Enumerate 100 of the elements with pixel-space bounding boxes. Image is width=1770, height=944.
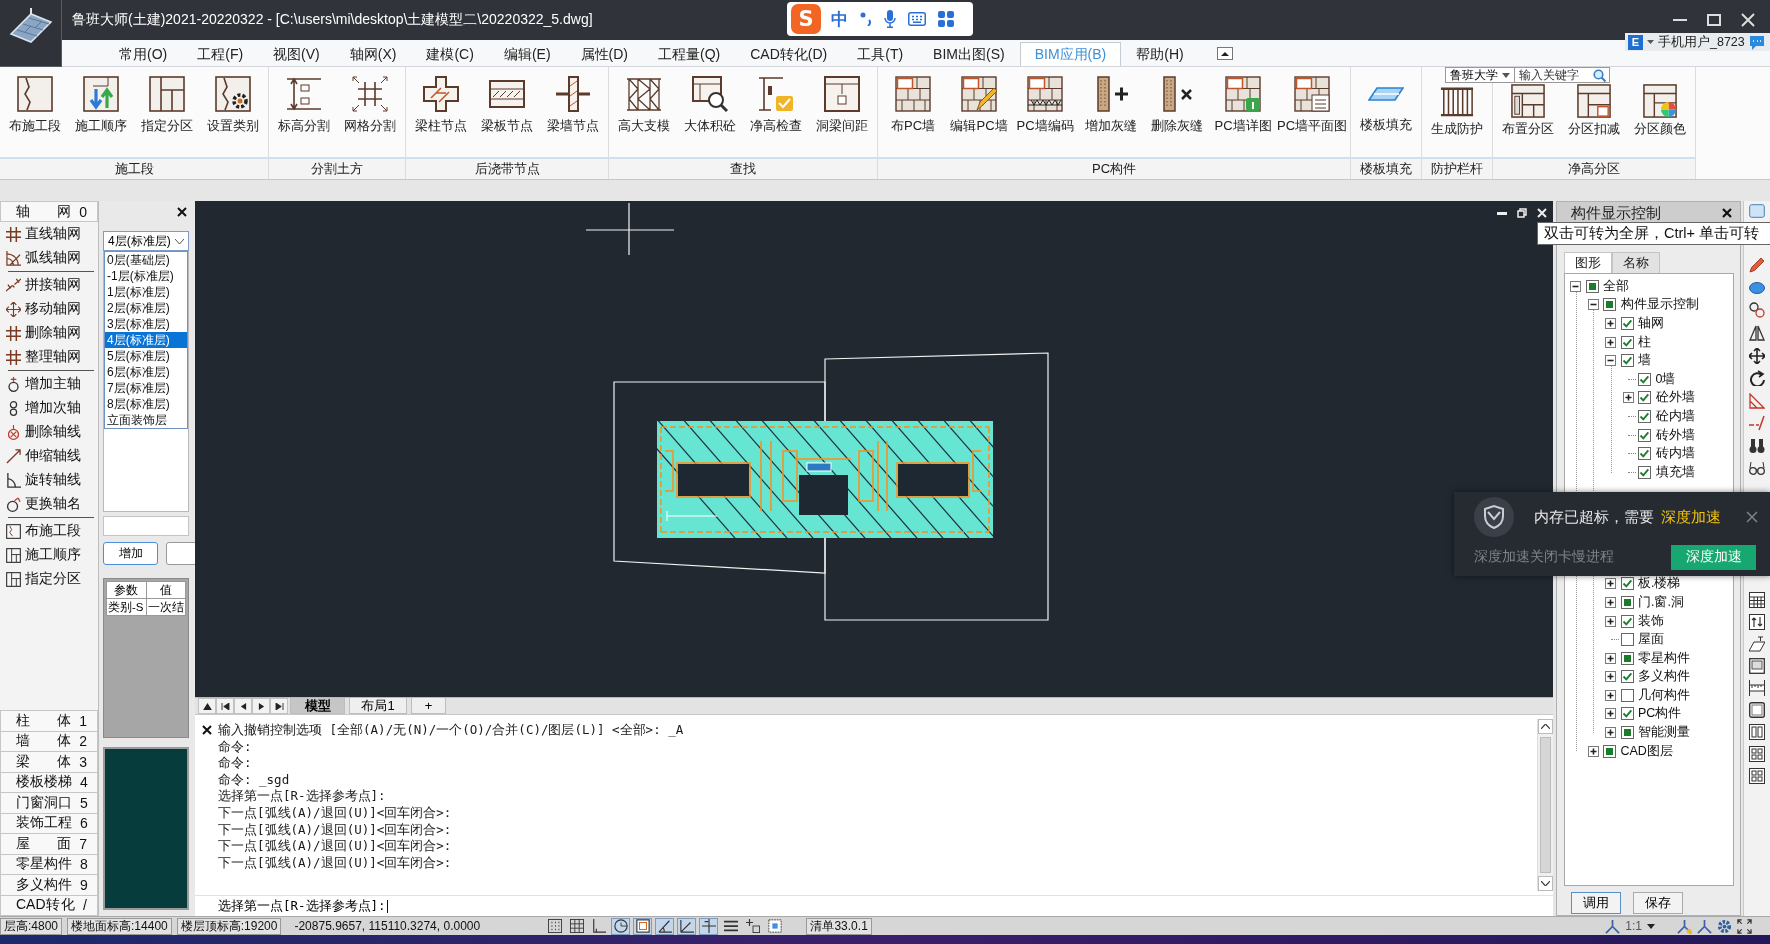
ribbon-button[interactable]: 编辑PC墙 bbox=[946, 76, 1012, 134]
expand-icon[interactable] bbox=[1605, 708, 1616, 720]
expand-icon[interactable] bbox=[1587, 745, 1599, 757]
tool-button[interactable]: 更换轴名 bbox=[0, 492, 81, 516]
checkbox[interactable] bbox=[1620, 707, 1634, 721]
menu-tab[interactable]: CAD转化(D) bbox=[735, 42, 843, 66]
checkbox[interactable] bbox=[1620, 633, 1634, 647]
scroll-up-button[interactable] bbox=[1538, 719, 1553, 734]
category-button[interactable]: 楼板楼梯 4 bbox=[0, 772, 98, 793]
ribbon-button[interactable]: PC墙平面图 bbox=[1276, 76, 1349, 134]
checkbox[interactable] bbox=[1620, 651, 1634, 665]
tool-button[interactable]: 增加次轴 bbox=[0, 396, 81, 420]
dash-line-icon[interactable] bbox=[1749, 415, 1765, 432]
tool-button[interactable]: 直线轴网 bbox=[0, 222, 81, 246]
tool-button[interactable]: 移动轴网 bbox=[0, 297, 81, 321]
toggle-button[interactable] bbox=[611, 917, 631, 935]
user-name[interactable]: 手机用户_8723 bbox=[1658, 33, 1745, 51]
dropdown-option[interactable]: 6层(标准层) bbox=[105, 364, 187, 380]
tool-button[interactable]: 删除轴线 bbox=[0, 420, 81, 444]
account-badge[interactable]: E bbox=[1628, 34, 1643, 50]
tab-nav-button[interactable] bbox=[234, 698, 252, 714]
tripod-icon[interactable] bbox=[1605, 918, 1621, 934]
category-button[interactable]: 屋 面 7 bbox=[0, 834, 98, 855]
ellipse-icon[interactable] bbox=[1749, 279, 1765, 296]
expand-icon[interactable] bbox=[1605, 671, 1616, 683]
ribbon-button[interactable]: PC墙编码 bbox=[1012, 76, 1078, 134]
expand-icon[interactable] bbox=[1605, 727, 1616, 739]
ribbon-button[interactable]: 网格分割 bbox=[337, 76, 403, 134]
dropdown-option[interactable]: -1层(标准层) bbox=[105, 268, 187, 284]
menu-tab[interactable]: 建模(C) bbox=[411, 42, 489, 66]
grid-squares-icon[interactable] bbox=[1749, 745, 1765, 762]
expand-icon[interactable] bbox=[1605, 689, 1616, 701]
layout-tab[interactable]: 模型 bbox=[290, 698, 345, 714]
scale-dropdown[interactable]: 1:1 bbox=[1625, 919, 1642, 933]
tree-item[interactable]: 构件显示控制 bbox=[1620, 296, 1699, 314]
expand-icon[interactable] bbox=[1605, 318, 1616, 329]
tree-item[interactable]: 0墙 bbox=[1655, 370, 1676, 388]
ribbon-button[interactable]: 施工顺序 bbox=[68, 76, 134, 134]
category-button[interactable]: 零星构件 8 bbox=[0, 854, 98, 875]
close-icon[interactable] bbox=[177, 207, 187, 217]
category-button[interactable]: 装饰工程 6 bbox=[0, 813, 98, 834]
vertical-scrollbar[interactable] bbox=[1537, 719, 1553, 891]
collapse-icon[interactable] bbox=[1605, 355, 1616, 367]
ribbon-button[interactable]: 梁板节点 bbox=[474, 76, 540, 134]
tool-button[interactable]: 旋转轴线 bbox=[0, 468, 81, 492]
tree-item[interactable]: 全部 bbox=[1603, 277, 1629, 295]
tree-item[interactable]: 砼内墙 bbox=[1655, 407, 1695, 425]
tree-item[interactable]: 多义构件 bbox=[1638, 668, 1690, 686]
layout-tab[interactable]: 布局1 bbox=[349, 698, 407, 714]
close-icon[interactable] bbox=[202, 725, 212, 735]
ribbon-button[interactable]: 标高分割 bbox=[271, 76, 337, 134]
ribbon-button[interactable]: 分区颜色 bbox=[1627, 84, 1694, 138]
category-button[interactable]: 门窗洞口 5 bbox=[0, 793, 98, 814]
panel-tab[interactable]: 名称 bbox=[1612, 252, 1660, 273]
tab-nav-button[interactable] bbox=[270, 698, 288, 714]
ribbon-button[interactable]: 删除灰缝 bbox=[1144, 76, 1210, 134]
grid-squares-icon[interactable] bbox=[1749, 767, 1765, 784]
tripod-star-icon[interactable] bbox=[1677, 918, 1692, 934]
expand-icon[interactable] bbox=[1622, 392, 1634, 404]
scope-dropdown[interactable]: 鲁班大学 bbox=[1445, 67, 1515, 83]
tree-item[interactable]: 零星构件 bbox=[1638, 649, 1690, 667]
toggle-button[interactable] bbox=[545, 917, 565, 935]
binoculars-icon[interactable] bbox=[1749, 438, 1765, 455]
checkbox[interactable] bbox=[1585, 279, 1599, 293]
menu-tab[interactable]: 帮助(H) bbox=[1121, 42, 1199, 66]
dropdown-option[interactable]: 8层(标准层) bbox=[105, 396, 187, 412]
floor-dropdown[interactable]: 4层(标准层) bbox=[103, 231, 189, 251]
category-button[interactable]: 墙 体 2 bbox=[0, 731, 98, 752]
category-button[interactable]: 梁 体 3 bbox=[0, 752, 98, 773]
tree-item[interactable]: PC构件 bbox=[1638, 705, 1682, 723]
ribbon-button[interactable]: 洞梁间距 bbox=[809, 76, 875, 134]
ribbon-button[interactable]: 增加灰缝 bbox=[1078, 76, 1144, 134]
minimize-icon[interactable] bbox=[1497, 211, 1507, 215]
dropdown-option[interactable]: 1层(标准层) bbox=[105, 284, 187, 300]
tool-button[interactable]: 整理轴网 bbox=[0, 345, 81, 369]
apps-grid-icon[interactable] bbox=[938, 11, 954, 27]
tree-item[interactable]: 填充墙 bbox=[1655, 463, 1695, 481]
save-button[interactable]: 保存 bbox=[1633, 892, 1683, 914]
ribbon-button[interactable]: 楼板填充 bbox=[1353, 76, 1420, 134]
tree-item[interactable]: 墙 bbox=[1638, 352, 1651, 370]
tool-button[interactable]: 布施工段 bbox=[0, 519, 81, 543]
toggle-button[interactable] bbox=[633, 917, 653, 935]
tree-item[interactable]: 柱 bbox=[1638, 333, 1651, 351]
ribbon-button[interactable]: 净高检查 bbox=[743, 76, 809, 134]
input-field[interactable] bbox=[103, 516, 189, 536]
panel-button[interactable] bbox=[166, 542, 195, 565]
ribbon-button[interactable]: 大体积砼 bbox=[677, 76, 743, 134]
two-columns-icon[interactable] bbox=[1749, 723, 1765, 740]
ribbon-button[interactable]: 布施工段 bbox=[2, 76, 68, 134]
pencil-icon[interactable] bbox=[1749, 257, 1765, 274]
tool-button[interactable]: 弧线轴网 bbox=[0, 246, 81, 270]
toggle-button[interactable] bbox=[765, 917, 785, 935]
menu-tab[interactable]: 常用(O) bbox=[104, 42, 183, 66]
tree-item[interactable]: 轴网 bbox=[1638, 315, 1664, 332]
checkbox[interactable] bbox=[1638, 372, 1651, 386]
apply-button[interactable]: 调用 bbox=[1571, 892, 1621, 914]
checkbox[interactable] bbox=[1638, 447, 1651, 461]
dropdown-option[interactable]: 3层(标准层) bbox=[105, 316, 187, 332]
dropdown-option[interactable]: 5层(标准层) bbox=[105, 348, 187, 364]
tree-item[interactable]: 砖外墙 bbox=[1655, 426, 1695, 444]
